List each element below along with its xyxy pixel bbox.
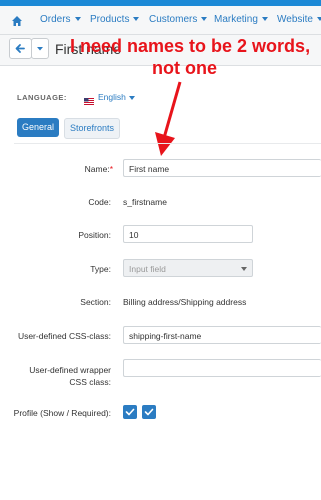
us-flag-icon xyxy=(84,92,94,105)
check-icon xyxy=(144,408,154,416)
code-value: s_firstname xyxy=(123,197,167,207)
divider xyxy=(14,143,321,144)
language-label: LANGUAGE: xyxy=(17,93,67,102)
annotation-line-2: not one xyxy=(152,58,217,78)
profile-required-checkbox[interactable] xyxy=(142,405,156,419)
position-input[interactable]: 10 xyxy=(123,225,253,243)
css-class-input[interactable]: shipping-first-name xyxy=(123,326,321,344)
nav-customers[interactable]: Customers xyxy=(149,14,208,25)
nav-marketing[interactable]: Marketing xyxy=(214,14,268,25)
chevron-down-icon xyxy=(261,17,268,22)
position-label: Position: xyxy=(78,230,111,240)
home-icon[interactable] xyxy=(11,14,23,26)
annotation-line-1: I need names to be 2 words, xyxy=(70,36,311,56)
arrow-left-icon xyxy=(15,44,25,53)
tab-general[interactable]: General xyxy=(17,118,59,137)
wrapper-css-label-line-2: CSS class: xyxy=(69,377,111,387)
css-class-label: User-defined CSS-class: xyxy=(17,331,111,341)
nav-orders[interactable]: Orders xyxy=(40,14,81,25)
section-label: Section: xyxy=(80,297,111,307)
type-label: Type: xyxy=(90,264,111,274)
wrapper-css-label-line-1: User-defined wrapper xyxy=(29,365,111,375)
actions-dropdown-button[interactable] xyxy=(31,38,49,59)
check-icon xyxy=(125,408,135,416)
tab-storefronts[interactable]: Storefronts xyxy=(64,118,120,139)
caret-down-icon xyxy=(37,47,43,51)
chevron-down-icon xyxy=(128,95,135,100)
nav-products[interactable]: Products xyxy=(90,14,140,25)
section-value: Billing address/Shipping address xyxy=(123,297,247,307)
chevron-down-icon xyxy=(201,17,208,22)
annotation-arrow-icon xyxy=(155,81,182,156)
top-navigation: Orders Products Customers Marketing Webs… xyxy=(0,6,321,35)
name-label: Name:* xyxy=(84,164,113,174)
name-input[interactable]: First name xyxy=(123,159,321,177)
chevron-down-icon xyxy=(74,17,81,22)
nav-website[interactable]: Website xyxy=(277,14,321,25)
type-select[interactable]: Input field xyxy=(123,259,253,277)
chevron-down-icon xyxy=(316,17,321,22)
code-label: Code: xyxy=(88,197,111,207)
wrapper-css-input[interactable] xyxy=(123,359,321,377)
back-button[interactable] xyxy=(9,38,32,59)
profile-label: Profile (Show / Required): xyxy=(13,408,111,418)
chevron-down-icon xyxy=(133,17,140,22)
language-selector[interactable]: English xyxy=(98,92,135,102)
chevron-down-icon xyxy=(241,267,247,271)
required-marker: * xyxy=(109,164,113,174)
profile-show-checkbox[interactable] xyxy=(123,405,137,419)
